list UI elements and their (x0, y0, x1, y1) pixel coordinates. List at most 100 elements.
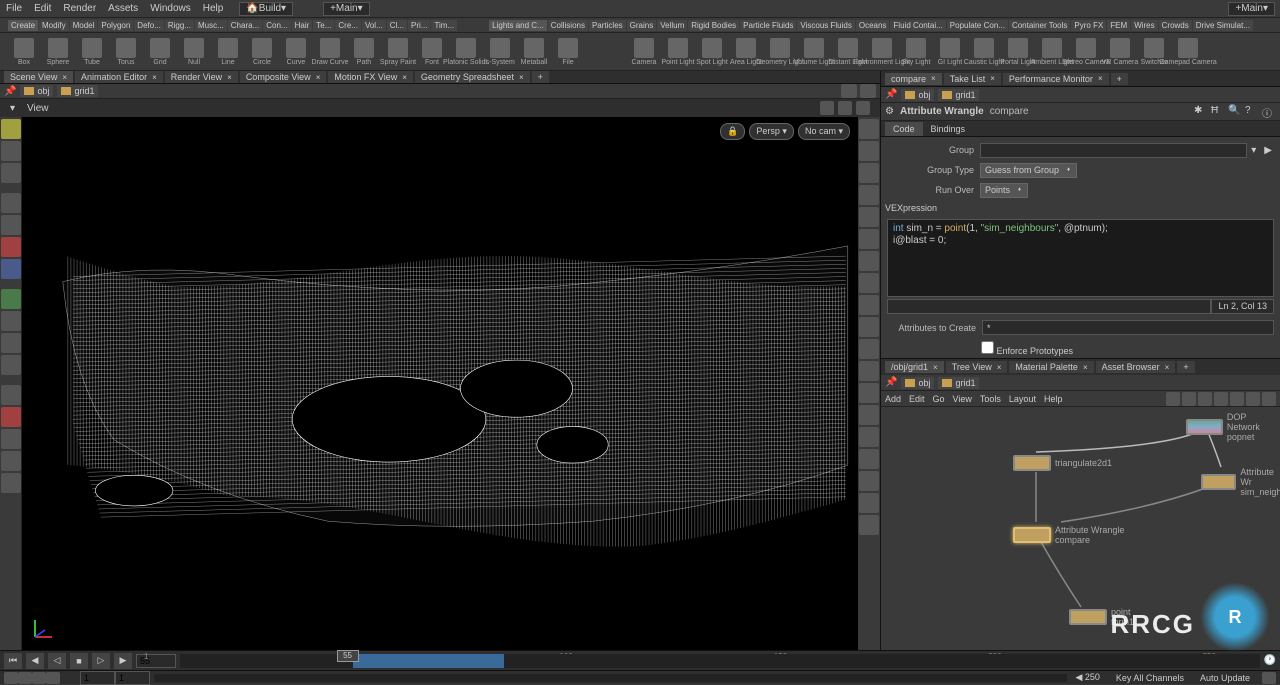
tab-asset[interactable]: Asset Browser× (1096, 361, 1176, 373)
close-icon[interactable]: × (990, 74, 995, 83)
lock-icon[interactable] (1, 215, 21, 235)
net-menu-layout[interactable]: Layout (1009, 394, 1036, 404)
node-triangulate[interactable]: triangulate2d1 (1013, 455, 1112, 471)
shelf-tool-point-light[interactable]: Point Light (662, 35, 694, 69)
menu-file[interactable]: File (0, 1, 28, 16)
shelf-tab[interactable]: Con... (263, 20, 290, 31)
shelf-tool-spray-paint[interactable]: Spray Paint (382, 35, 414, 69)
range-end[interactable]: ◀ 250 (1071, 672, 1103, 683)
display-icon[interactable] (859, 295, 879, 315)
shelf-tab-create[interactable]: Create (8, 20, 38, 31)
shelf-tab[interactable]: Particle Fluids (740, 20, 796, 31)
search-icon[interactable]: 🔍 (1228, 105, 1242, 119)
net-menu-tools[interactable]: Tools (980, 394, 1001, 404)
display-icon[interactable] (859, 273, 879, 293)
snap-icon[interactable] (838, 101, 852, 115)
display-icon[interactable] (859, 251, 879, 271)
shelf-tool-tube[interactable]: Tube (76, 35, 108, 69)
tab-render-view[interactable]: Render View× (165, 71, 238, 83)
runover-select[interactable]: Points (980, 183, 1028, 198)
shelf-tab[interactable]: Rigid Bodies (688, 20, 739, 31)
vex-output[interactable] (887, 299, 1211, 314)
shelf-tab[interactable]: Fluid Contai... (890, 20, 945, 31)
tab-scene-view[interactable]: Scene View× (4, 71, 73, 83)
tab-code[interactable]: Code (885, 122, 923, 136)
menu-edit[interactable]: Edit (28, 1, 57, 16)
brush-icon[interactable] (1, 237, 21, 257)
path-obj[interactable]: obj (901, 89, 934, 101)
shelf-tab[interactable]: Cl... (387, 20, 407, 31)
display-icon[interactable] (859, 339, 879, 359)
pin-icon[interactable]: 📌 (4, 86, 16, 97)
shelf-tool-circle[interactable]: Circle (246, 35, 278, 69)
snap-icon[interactable] (820, 101, 834, 115)
node-popnet[interactable]: DOP Networkpopnet (1186, 412, 1280, 442)
network-canvas[interactable]: DOP Networkpopnet triangulate2d1 Attribu… (881, 407, 1280, 650)
net-icon[interactable] (1246, 392, 1260, 406)
group-select-icon[interactable]: ▶ (1260, 145, 1276, 156)
range-slider[interactable] (154, 674, 1067, 682)
clock-icon[interactable]: 🕐 (1264, 655, 1276, 666)
shelf-tab[interactable]: Chara... (228, 20, 262, 31)
shelf-tool-file[interactable]: File (552, 35, 584, 69)
display-icon[interactable] (859, 449, 879, 469)
net-menu-go[interactable]: Go (933, 394, 945, 404)
node-simneigh[interactable]: Attribute Wrsim_neigh (1201, 467, 1280, 497)
shelf-tab[interactable]: Container Tools (1009, 20, 1070, 31)
display-icon[interactable] (859, 185, 879, 205)
shelf-tab[interactable]: Drive Simulat... (1193, 20, 1253, 31)
pin-icon[interactable]: 📌 (885, 89, 897, 100)
gear-icon[interactable]: ✱ (1194, 105, 1208, 119)
shelf-tool-gi-light[interactable]: GI Light (934, 35, 966, 69)
tab-spreadsheet[interactable]: Geometry Spreadsheet× (415, 71, 530, 83)
attrs-input[interactable] (982, 320, 1274, 335)
shelf-tool-spot-light[interactable]: Spot Light (696, 35, 728, 69)
net-icon[interactable] (1182, 392, 1196, 406)
snap-point-icon[interactable] (1, 429, 21, 449)
shelf-tab[interactable]: Tim... (431, 20, 457, 31)
close-icon[interactable]: × (1165, 363, 1170, 372)
group-input[interactable] (980, 143, 1247, 158)
vex-editor[interactable]: int sim_n = point(1, "sim_neighbours", @… (887, 219, 1274, 297)
shelf-tool-environment-light[interactable]: Environment Light (866, 35, 898, 69)
shelf-tab[interactable]: Pri... (408, 20, 430, 31)
path-obj[interactable]: obj (901, 377, 934, 389)
shelf-set-dropdown[interactable]: + Main ▾ (323, 2, 370, 16)
display-icon[interactable] (859, 119, 879, 139)
shelf-tab[interactable]: Vellum (657, 20, 687, 31)
snap-multi-icon[interactable] (1, 451, 21, 471)
range-start2[interactable] (115, 671, 150, 685)
shelf-tab[interactable]: Rigg... (165, 20, 194, 31)
net-menu-add[interactable]: Add (885, 394, 901, 404)
shelf-tab[interactable]: Modify (39, 20, 69, 31)
close-icon[interactable]: × (316, 73, 321, 82)
node-compare[interactable]: Attribute Wranglecompare (1013, 525, 1124, 545)
net-icon[interactable] (1214, 392, 1228, 406)
select-geo-icon[interactable] (1, 141, 21, 161)
display-icon[interactable] (859, 163, 879, 183)
path-node[interactable]: grid1 (57, 85, 98, 97)
tab-add[interactable]: + (1177, 361, 1194, 373)
node-name-field[interactable]: compare (990, 106, 1029, 117)
shelf-tool-stereo-camera[interactable]: Stereo Camera (1070, 35, 1102, 69)
shelf-tool-volume-light[interactable]: Volume Light (798, 35, 830, 69)
playhead[interactable]: 55 (337, 650, 359, 662)
tab-bindings[interactable]: Bindings (923, 122, 974, 136)
display-icon[interactable] (859, 207, 879, 227)
shelf-tool-camera[interactable]: Camera (628, 35, 660, 69)
shelf-tab[interactable]: Viscous Fluids (797, 20, 854, 31)
auto-update[interactable]: Auto Update (1196, 673, 1254, 683)
tab-perf[interactable]: Performance Monitor× (1003, 73, 1109, 85)
xray-icon[interactable] (1, 259, 21, 279)
play-rev-button[interactable]: ◁ (48, 653, 66, 669)
close-icon[interactable]: × (152, 73, 157, 82)
close-icon[interactable]: × (227, 73, 232, 82)
shelf-tool-platonic-solids[interactable]: Platonic Solids (450, 35, 482, 69)
close-icon[interactable]: × (997, 363, 1002, 372)
group-menu-icon[interactable]: ▾ (1247, 145, 1260, 156)
menu-help[interactable]: Help (197, 1, 230, 16)
tab-params[interactable]: compare× (885, 73, 942, 85)
lock-icon[interactable]: 🔒 (720, 123, 745, 140)
cam-dropdown[interactable]: No cam ▾ (798, 123, 850, 140)
shelf-tab-lights[interactable]: Lights and C... (489, 20, 547, 31)
